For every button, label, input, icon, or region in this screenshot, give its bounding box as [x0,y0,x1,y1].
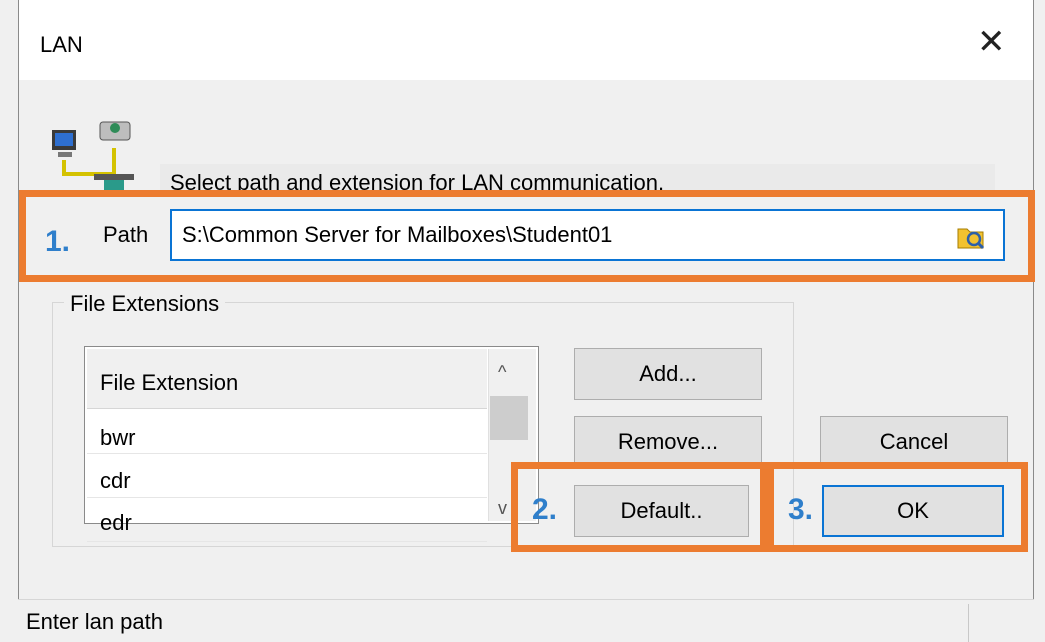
add-button[interactable]: Add... [574,348,762,400]
list-item-label: cdr [100,468,131,493]
cancel-button[interactable]: Cancel [820,416,1008,468]
column-header-file-extension: File Extension [100,370,239,395]
window-title: LAN [40,32,83,57]
close-icon[interactable]: ✕ [977,25,1006,59]
list-item[interactable] [87,454,487,498]
list-item[interactable] [87,410,487,454]
annotation-number-3: 3. [788,493,814,526]
scroll-up-icon[interactable]: ^ [498,362,506,383]
network-icon [52,121,134,196]
scroll-thumb[interactable] [490,396,528,440]
list-item-label: edr [100,510,132,535]
title-bar [18,0,1034,80]
list-item-label: bwr [100,425,136,450]
status-text: Enter lan path [26,609,163,634]
remove-button[interactable]: Remove... [574,416,762,468]
scroll-down-icon[interactable]: v [498,498,507,519]
file-extensions-label: File Extensions [64,291,226,317]
highlight-box-path [19,190,1035,282]
status-separator [968,604,969,642]
status-bar [18,599,1034,642]
annotation-number-1: 1. [45,225,71,258]
annotation-number-2: 2. [532,493,558,526]
list-item[interactable] [87,498,487,542]
